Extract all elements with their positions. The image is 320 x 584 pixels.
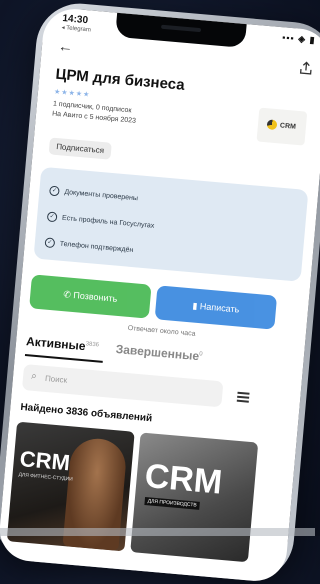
back-arrow-icon[interactable]: ← [57,38,73,56]
phone-frame: 14:30 ◂ Telegram ▪▪▪ ◈ ▮ ← ЦРМ для бизне… [0,0,320,584]
results-count: Найдено 3836 объявлений [19,401,153,425]
check-item: ✓ Телефон подтверждён [44,237,134,257]
tab-completed-label: Завершенные [115,341,200,364]
rating-stars[interactable]: ★★★★★ [54,88,91,99]
tab-completed[interactable]: Завершенные0 [115,342,203,364]
status-indicators: ▪▪▪ ◈ ▮ [281,32,316,46]
call-button[interactable]: ✆ Позвонить [29,274,152,319]
check-circle-icon: ✓ [44,237,56,249]
share-icon[interactable] [298,61,313,76]
check-item: ✓ Документы проверены [48,185,139,206]
phone-notch [115,12,247,49]
listing-card[interactable]: CRM ДЛЯ ПРОИЗВОДСТВ [130,432,259,563]
app-screen: 14:30 ◂ Telegram ▪▪▪ ◈ ▮ ← ЦРМ для бизне… [0,6,320,584]
logo-mark-icon [266,119,278,131]
check-label: Телефон подтверждён [59,240,134,255]
active-tab-indicator [24,354,103,363]
status-back-app[interactable]: ◂ Telegram [61,24,91,34]
check-circle-icon: ✓ [48,185,60,197]
filter-icon[interactable] [229,382,257,410]
message-button[interactable]: ▮ Написать [154,285,278,330]
speaker-grille [160,24,202,33]
search-placeholder: Поиск [44,373,68,385]
profile-meta: 1 подписчик, 0 подписок На Авито с 5 ноя… [52,100,138,127]
listing-card-title: CRM [143,457,224,502]
tab-active-count: 3836 [85,341,100,349]
verification-panel: ✓ Документы проверены ✓ Есть профиль на Го… [33,166,309,282]
company-logo: CRM [256,107,308,146]
tab-active-label: Активные [25,334,87,354]
check-label: Документы проверены [64,188,139,203]
check-label: Есть профиль на Госуслугах [61,214,155,230]
call-label: Позвонить [72,290,118,304]
search-icon: ⌕ [30,370,38,383]
tab-active[interactable]: Активные3836 [26,334,100,354]
screen-bottom-edge [0,528,315,536]
check-circle-icon: ✓ [46,211,58,223]
tab-completed-count: 0 [198,351,203,358]
search-input[interactable]: ⌕ Поиск [21,364,224,408]
logo-text: CRM [279,122,297,131]
message-label: Написать [199,301,240,315]
check-item: ✓ Есть профиль на Госуслугах [46,211,155,232]
subscribe-button[interactable]: Подписаться [48,137,112,160]
